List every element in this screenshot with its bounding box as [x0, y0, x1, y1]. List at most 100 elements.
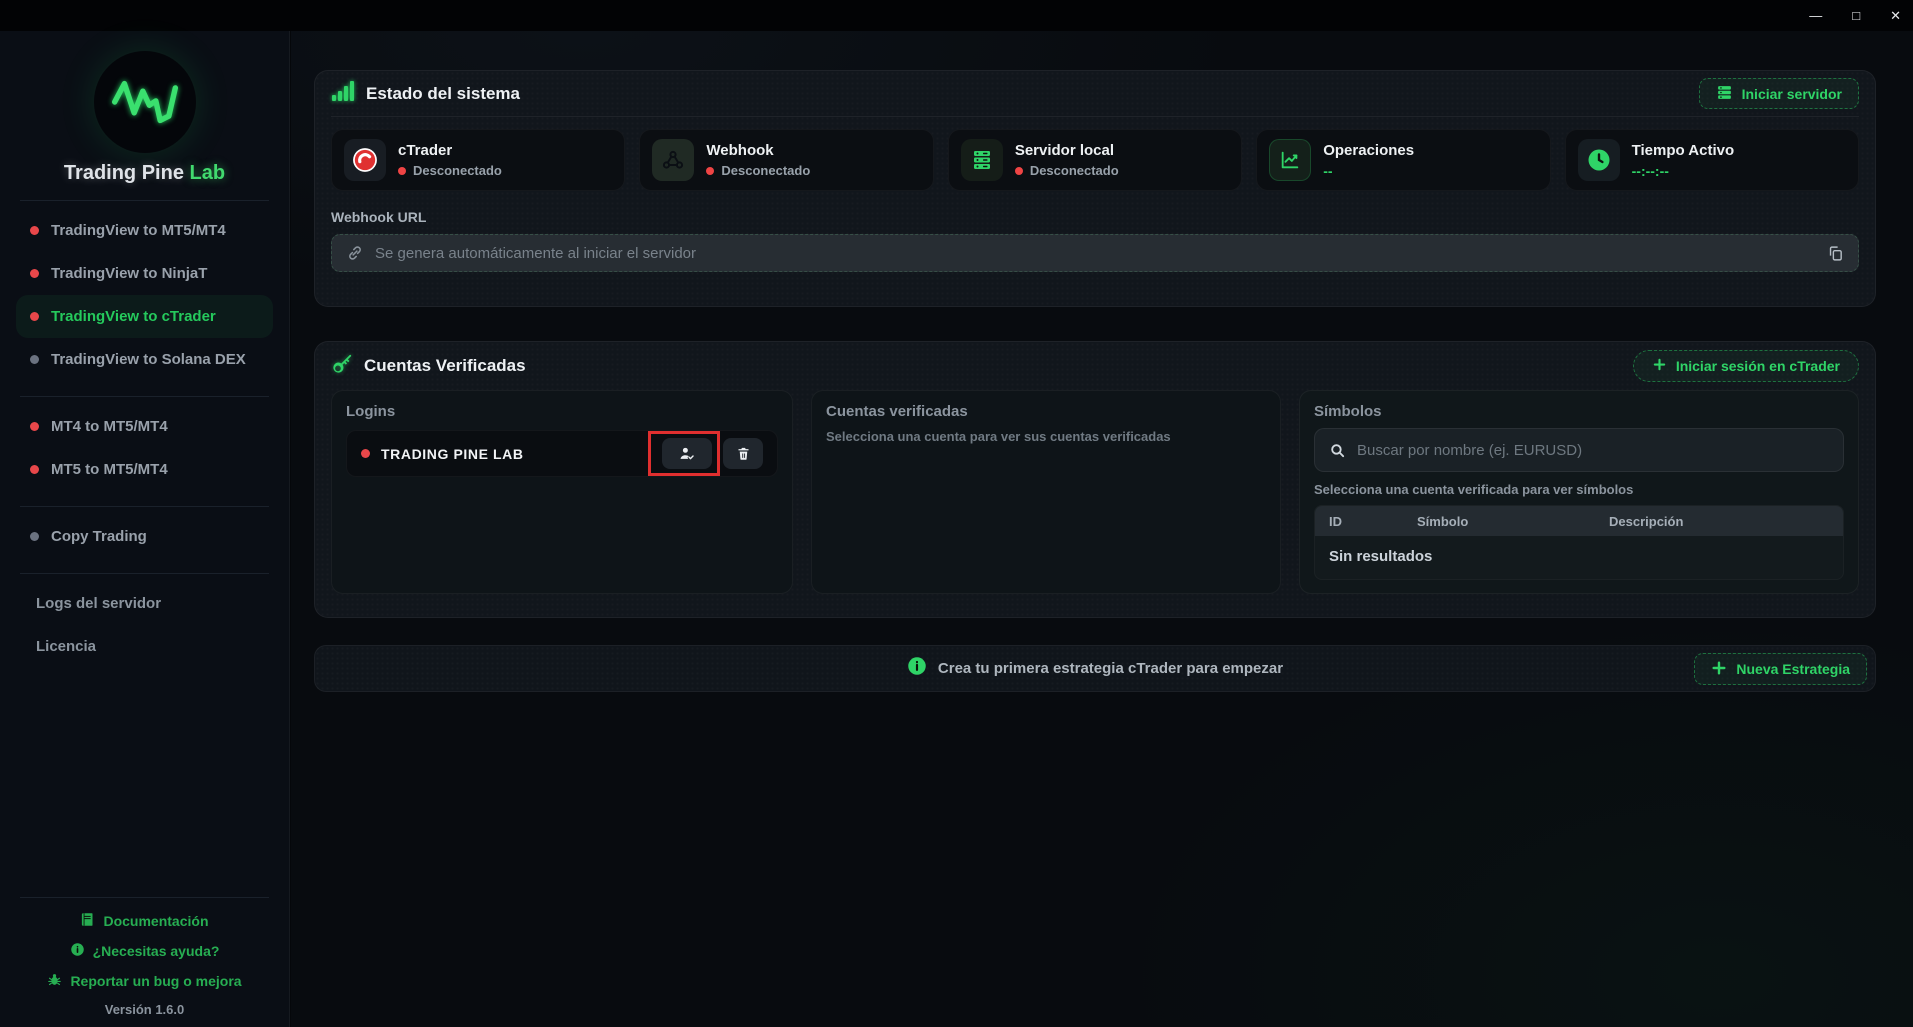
accounts-panel-title: Cuentas Verificadas [364, 356, 526, 376]
status-card-ctrader: cTrader Desconectado [331, 129, 625, 191]
info-icon [907, 656, 927, 681]
divider [20, 200, 269, 201]
login-row[interactable]: TRADING PINE LAB [346, 430, 778, 477]
verify-account-button[interactable] [662, 438, 712, 469]
search-icon [1329, 442, 1346, 459]
card-title: Webhook [706, 142, 810, 159]
sidebar-item-tradingview-mt5[interactable]: TradingView to MT5/MT4 [16, 209, 273, 252]
sidebar-item-server-logs[interactable]: Logs del servidor [16, 582, 273, 625]
server-icon [1716, 84, 1733, 104]
footer-link-label: Documentación [103, 913, 208, 929]
brand-green: Lab [190, 162, 226, 184]
system-panel-header: Estado del sistema Iniciar servidor [331, 71, 1859, 117]
report-bug-link[interactable]: Reportar un bug o mejora [0, 966, 289, 996]
symbol-search-input[interactable] [1357, 442, 1829, 459]
status-dot-icon [30, 312, 39, 321]
waveform-logo-icon [94, 51, 196, 153]
titlebar: — □ ✕ [0, 0, 1913, 31]
strategy-banner: Crea tu primera estrategia cTrader para … [314, 645, 1876, 692]
ctrader-icon [344, 139, 386, 181]
version-label: Versión 1.6.0 [0, 1002, 289, 1017]
card-title: Operaciones [1323, 142, 1414, 159]
red-dot-icon [706, 167, 714, 175]
start-server-label: Iniciar servidor [1742, 86, 1842, 102]
signal-bars-icon [331, 80, 355, 107]
nav-links: Logs del servidor Licencia [0, 582, 289, 668]
login-ctrader-label: Iniciar sesión en cTrader [1676, 358, 1840, 374]
new-strategy-button[interactable]: Nueva Estrategia [1694, 653, 1867, 685]
clock-icon [1578, 139, 1620, 181]
sidebar: Trading Pine Lab TradingView to MT5/MT4 … [0, 31, 290, 1027]
card-title: Servidor local [1015, 142, 1119, 159]
sidebar-item-label: TradingView to MT5/MT4 [51, 222, 226, 239]
brand-white: Trading Pine [64, 162, 184, 184]
sidebar-item-label: TradingView to cTrader [51, 308, 216, 325]
sidebar-item-label: Licencia [36, 638, 96, 655]
documentation-link[interactable]: Documentación [0, 906, 289, 936]
start-server-button[interactable]: Iniciar servidor [1699, 78, 1859, 109]
window-controls: — □ ✕ [1809, 0, 1901, 31]
help-link[interactable]: ¿Necesitas ayuda? [0, 936, 289, 966]
sidebar-item-tradingview-ninjat[interactable]: TradingView to NinjaT [16, 252, 273, 295]
sidebar-item-label: Logs del servidor [36, 595, 161, 612]
status-dot-icon [30, 532, 39, 541]
verified-title: Cuentas verificadas [826, 403, 1266, 420]
status-dot-icon [30, 226, 39, 235]
banner-text: Crea tu primera estrategia cTrader para … [938, 660, 1283, 677]
page-title: Estado del sistema [366, 84, 520, 104]
red-dot-icon [398, 167, 406, 175]
footer-link-label: Reportar un bug o mejora [70, 973, 241, 989]
sidebar-item-license[interactable]: Licencia [16, 625, 273, 668]
symbols-panel: Símbolos Selecciona una cuenta verificad… [1299, 390, 1859, 594]
info-icon [70, 942, 85, 960]
status-dot-icon [30, 465, 39, 474]
login-ctrader-button[interactable]: Iniciar sesión en cTrader [1633, 350, 1859, 382]
verified-empty-hint: Selecciona una cuenta para ver sus cuent… [826, 429, 1266, 444]
plus-icon [1711, 660, 1727, 679]
card-status-label: Desconectado [413, 163, 502, 178]
symbols-title: Símbolos [1314, 403, 1844, 420]
sidebar-item-label: TradingView to NinjaT [51, 265, 207, 282]
webhook-icon [652, 139, 694, 181]
col-id: ID [1329, 514, 1417, 529]
sidebar-item-tradingview-solana[interactable]: TradingView to Solana DEX [16, 338, 273, 381]
accounts-panel-header: Cuentas Verificadas Iniciar sesión en cT… [331, 342, 1859, 390]
nav-primary: TradingView to MT5/MT4 TradingView to Ni… [0, 209, 289, 381]
logins-panel: Logins TRADING PINE LAB [331, 390, 793, 594]
system-status-panel: Estado del sistema Iniciar servidor [314, 70, 1876, 307]
delete-login-button[interactable] [723, 438, 763, 469]
minimize-icon[interactable]: — [1809, 9, 1822, 22]
sidebar-item-mt5[interactable]: MT5 to MT5/MT4 [16, 448, 273, 491]
status-card-local-server: Servidor local Desconectado [948, 129, 1242, 191]
webhook-url-field [331, 234, 1859, 272]
symbols-hint: Selecciona una cuenta verificada para ve… [1314, 482, 1844, 497]
webhook-url-input[interactable] [375, 245, 1816, 262]
sidebar-item-copy-trading[interactable]: Copy Trading [16, 515, 273, 558]
card-value: -- [1323, 163, 1414, 179]
verified-accounts-panel: Cuentas Verificadas Iniciar sesión en cT… [314, 341, 1876, 618]
card-status-label: Desconectado [1030, 163, 1119, 178]
divider [20, 506, 269, 507]
status-cards-row: cTrader Desconectado Webhook Desconectad… [331, 129, 1859, 191]
copy-icon[interactable] [1827, 245, 1844, 262]
red-dot-icon [1015, 167, 1023, 175]
bug-icon [47, 972, 62, 990]
sidebar-item-label: Copy Trading [51, 528, 147, 545]
card-value: --:--:-- [1632, 163, 1735, 179]
sidebar-item-tradingview-ctrader[interactable]: TradingView to cTrader [16, 295, 273, 338]
link-icon [346, 244, 364, 262]
sidebar-item-mt4[interactable]: MT4 to MT5/MT4 [16, 405, 273, 448]
plus-icon [1652, 357, 1667, 375]
card-title: Tiempo Activo [1632, 142, 1735, 159]
symbols-table-header: ID Símbolo Descripción [1315, 506, 1843, 536]
symbol-search-field [1314, 428, 1844, 472]
maximize-icon[interactable]: □ [1852, 9, 1860, 22]
status-dot-icon [30, 269, 39, 278]
key-icon [331, 353, 353, 380]
status-dot-icon [361, 449, 370, 458]
chart-line-icon [1269, 139, 1311, 181]
close-icon[interactable]: ✕ [1890, 9, 1901, 22]
app-logo: Trading Pine Lab [0, 31, 289, 185]
sidebar-item-label: TradingView to Solana DEX [51, 351, 246, 368]
divider [20, 396, 269, 397]
